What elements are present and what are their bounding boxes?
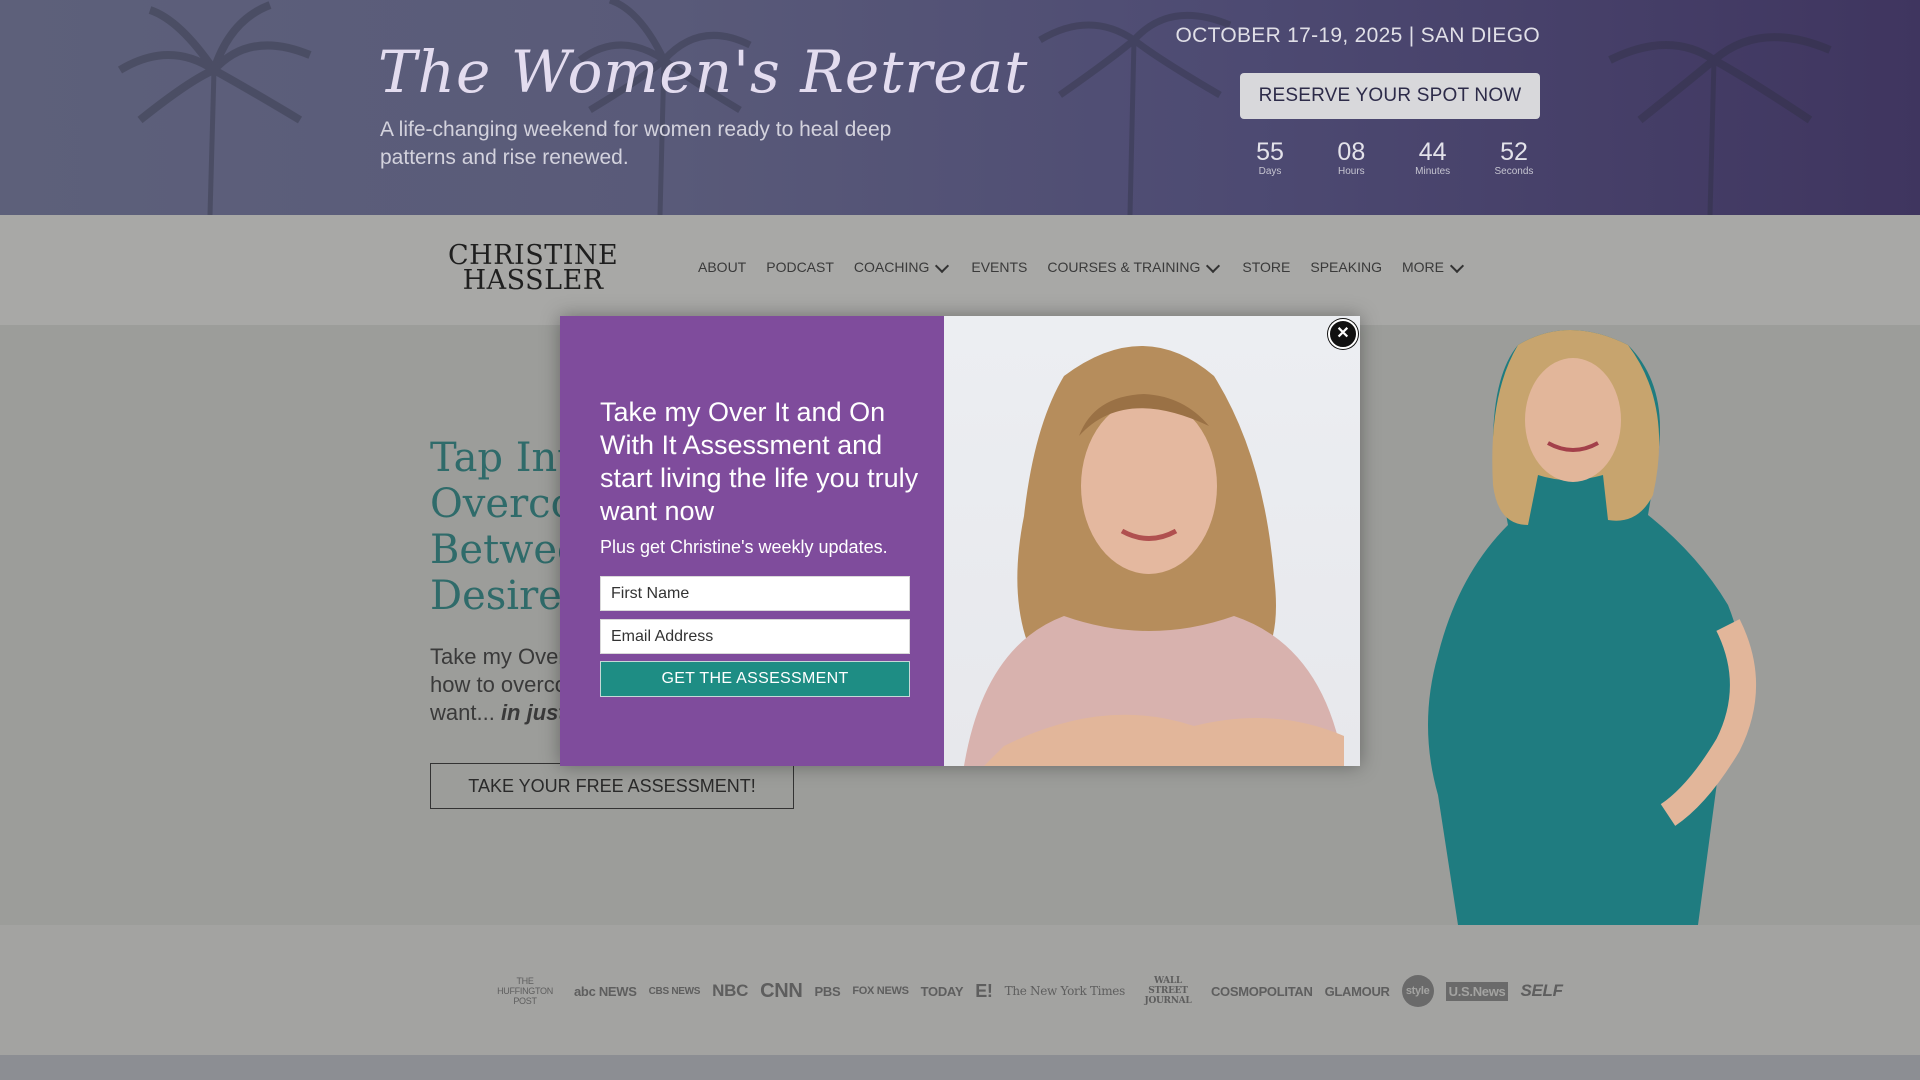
popup-photo-panel	[944, 316, 1360, 766]
countdown-minutes: 44 Minutes	[1403, 138, 1463, 177]
hero-text-line: how to overco	[430, 672, 567, 697]
press-logo-pbs: PBS	[814, 983, 841, 999]
nav-item-label: EVENTS	[971, 259, 1028, 275]
nav-item-coaching[interactable]: COACHING	[853, 258, 951, 275]
chevron-down-icon	[1206, 258, 1221, 273]
countdown-days: 55 Days	[1240, 138, 1300, 177]
countdown-timer: 55 Days 08 Hours 44 Minutes 52 Seconds	[1240, 138, 1544, 177]
press-logo-style: style	[1401, 975, 1434, 1007]
nav-item-label: STORE	[1242, 259, 1291, 275]
nav-item-speaking[interactable]: SPEAKING	[1310, 259, 1382, 275]
logo-line-2: HASSLER	[462, 265, 604, 296]
press-logo-us-news: U.S.News	[1445, 981, 1509, 1001]
press-logos-row: THE HUFFINGTON POST abc NEWS CBS NEWS NB…	[488, 975, 1563, 1007]
nav-item-events[interactable]: EVENTS	[971, 259, 1027, 275]
press-logo-cosmopolitan: COSMOPOLITAN	[1210, 983, 1313, 999]
hero-text-line: want... in just t	[430, 699, 579, 727]
countdown-seconds: 52 Seconds	[1484, 138, 1544, 177]
popup-heading: Take my Over It and On With It Assessmen…	[600, 397, 919, 526]
nav-item-label: COACHING	[853, 259, 930, 275]
assessment-popup: Take my Over It and On With It Assessmen…	[560, 316, 1360, 766]
press-logo-huffington-post: THE HUFFINGTON POST	[497, 976, 553, 1006]
press-logo-e: E!	[975, 980, 993, 1001]
popup-form-panel: Take my Over It and On With It Assessmen…	[560, 316, 944, 766]
nav-item-label: ABOUT	[698, 259, 747, 275]
hero-heading-line: Betwee	[430, 527, 581, 573]
hero-text-span: want...	[430, 700, 495, 725]
free-assessment-button[interactable]: TAKE YOUR FREE ASSESSMENT!	[430, 763, 794, 809]
nav-item-about[interactable]: ABOUT	[698, 259, 746, 275]
press-logo-today: TODAY	[920, 983, 964, 999]
email-address-input[interactable]	[600, 619, 910, 654]
hero-heading-line: Tap Int	[430, 435, 574, 481]
countdown-value: 52	[1500, 138, 1528, 166]
christine-hero-photo	[1428, 330, 1756, 925]
nav-item-more[interactable]: MORE	[1401, 258, 1466, 275]
press-logo-new-york-times: The New York Times	[1004, 984, 1126, 998]
countdown-label: Minutes	[1415, 166, 1451, 177]
nav-item-label: SPEAKING	[1310, 259, 1382, 275]
nav-item-label: MORE	[1401, 259, 1444, 275]
event-date-location: OCTOBER 17-19, 2025 | SAN DIEGO	[1175, 24, 1540, 47]
retreat-subtitle: A life-changing weekend for women ready …	[380, 118, 892, 169]
countdown-hours: 08 Hours	[1321, 138, 1381, 177]
palm-trees-decoration	[1608, 33, 1832, 215]
hero-text-line: Take my Over	[430, 644, 566, 669]
press-logo-nbc: NBC	[712, 981, 749, 1000]
press-logo-wall-street-journal: WALL STREET JOURNAL	[1144, 976, 1192, 1006]
press-logo-glamour: GLAMOUR	[1324, 983, 1390, 999]
countdown-value: 55	[1256, 138, 1284, 166]
nav-item-podcast[interactable]: PODCAST	[766, 259, 834, 275]
nav-item-label: COURSES & TRAINING	[1047, 259, 1201, 275]
popup-subheading: Plus get Christine's weekly updates.	[600, 537, 888, 557]
countdown-value: 44	[1418, 138, 1447, 166]
nav-item-courses-training[interactable]: COURSES & TRAINING	[1047, 258, 1222, 275]
hero-heading: Tap Int Overco Betwee Desire.	[430, 435, 581, 619]
nav-item-label: PODCAST	[766, 259, 834, 275]
get-assessment-button[interactable]: GET THE ASSESSMENT	[600, 661, 910, 697]
palm-trees-decoration	[577, 0, 752, 215]
countdown-label: Seconds	[1494, 166, 1534, 177]
footer-strip	[0, 1055, 1920, 1080]
site-header: CHRISTINE HASSLER ABOUT PODCAST COACHING…	[0, 215, 1920, 325]
hero-heading-line: Overco	[430, 481, 575, 527]
christine-portrait-photo	[964, 346, 1344, 766]
chevron-down-icon	[1449, 258, 1465, 273]
main-nav: ABOUT PODCAST COACHING EVENTS COURSES & …	[698, 258, 1466, 275]
press-logo-fox-news: FOX NEWS	[852, 985, 909, 997]
close-icon[interactable]: ✕	[1328, 319, 1358, 349]
retreat-banner: The Women's Retreat A life-changing week…	[0, 0, 1920, 215]
reserve-spot-button[interactable]: RESERVE YOUR SPOT NOW	[1240, 73, 1540, 119]
first-name-input[interactable]	[600, 576, 910, 611]
palm-trees-decoration	[117, 1, 312, 215]
chevron-down-icon	[935, 258, 950, 273]
countdown-label: Hours	[1337, 166, 1365, 177]
press-logo-self: SELF	[1520, 981, 1563, 1000]
press-logo-cbs-news: CBS NEWS	[648, 985, 701, 997]
countdown-value: 08	[1337, 138, 1366, 166]
nav-item-store[interactable]: STORE	[1242, 259, 1290, 275]
countdown-label: Days	[1258, 166, 1282, 177]
press-logos-section: THE HUFFINGTON POST abc NEWS CBS NEWS NB…	[0, 925, 1920, 1055]
press-logo-cnn: CNN	[760, 979, 803, 1002]
retreat-title: The Women's Retreat	[378, 38, 1029, 106]
site-logo[interactable]: CHRISTINE HASSLER	[448, 242, 618, 296]
hero-heading-line: Desire.	[430, 573, 575, 619]
hero-description: Take my Over how to overco want... in ju…	[430, 643, 579, 727]
press-logo-abc-news: abc NEWS	[574, 983, 637, 999]
